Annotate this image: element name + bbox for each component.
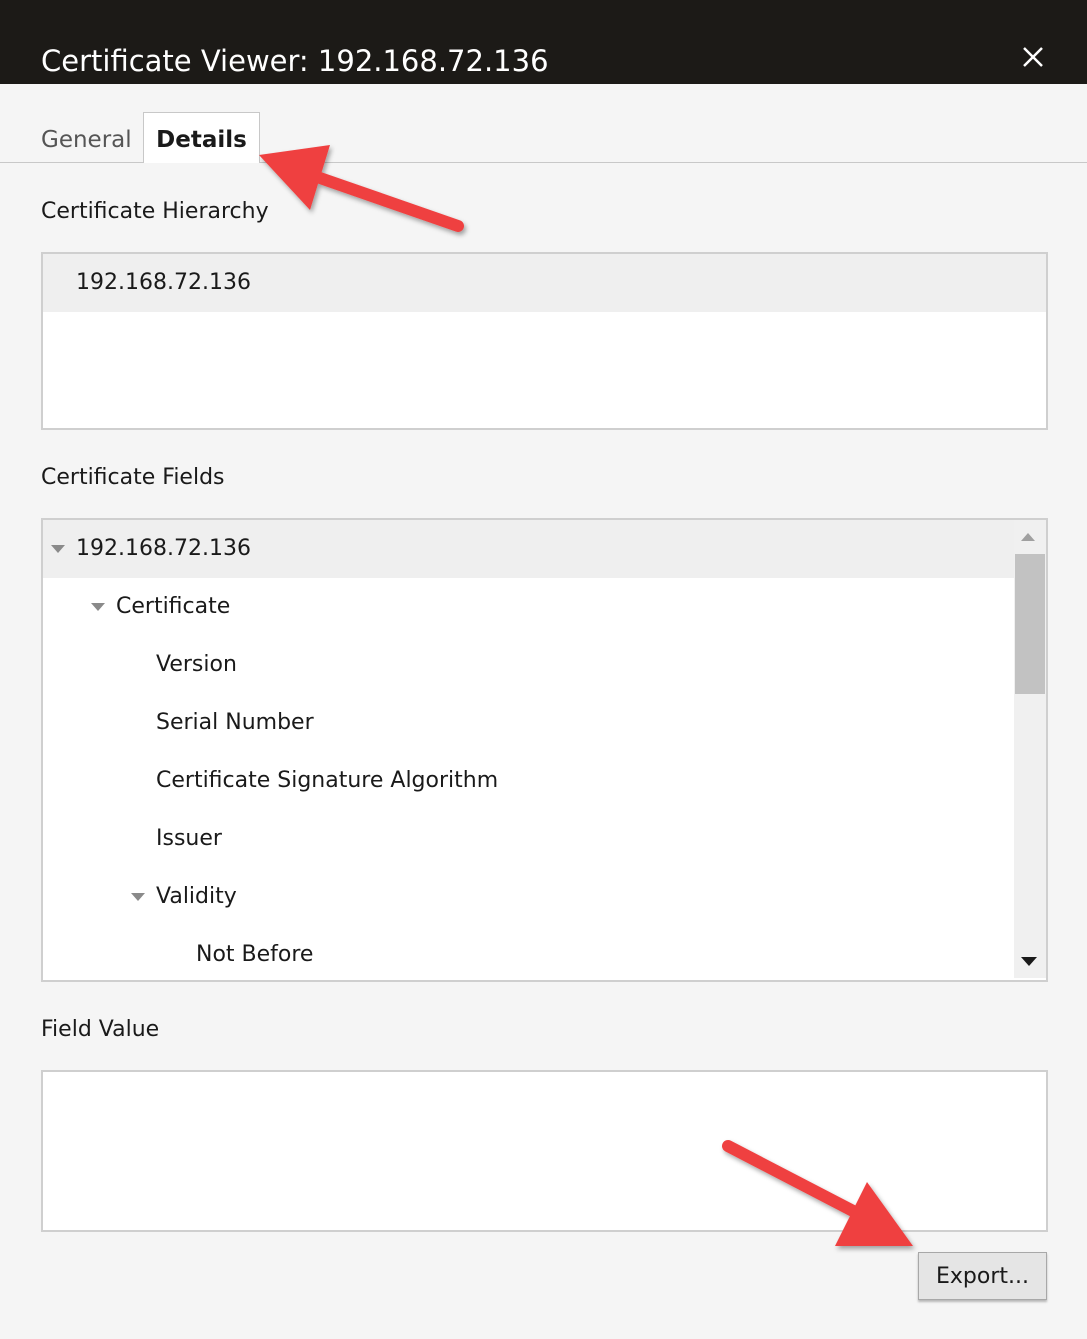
scroll-thumb[interactable]: [1015, 554, 1045, 694]
tree-row-version[interactable]: Version: [43, 636, 1014, 694]
tab-details[interactable]: Details: [143, 112, 260, 163]
tree-row-not-before[interactable]: Not Before: [43, 926, 1014, 978]
tree-row-validity[interactable]: Validity: [43, 868, 1014, 926]
certificate-fields-tree: 192.168.72.136 Certificate Version Seria…: [43, 520, 1014, 978]
tree-row-label: Certificate: [116, 594, 231, 619]
tree-row-label: Issuer: [156, 826, 222, 851]
hierarchy-item[interactable]: 192.168.72.136: [43, 254, 1046, 312]
scroll-down-arrow-icon[interactable]: [1021, 957, 1037, 966]
tree-row-issuer[interactable]: Issuer: [43, 810, 1014, 868]
dialog-title: Certificate Viewer: 192.168.72.136: [41, 44, 549, 78]
expand-triangle-icon[interactable]: [91, 603, 105, 611]
close-button[interactable]: [1012, 38, 1054, 80]
export-button[interactable]: Export...: [918, 1252, 1047, 1300]
tab-general[interactable]: General: [41, 125, 132, 155]
vertical-scrollbar[interactable]: [1014, 520, 1046, 978]
tree-row-root[interactable]: 192.168.72.136: [43, 520, 1014, 578]
tree-row-signature-algorithm[interactable]: Certificate Signature Algorithm: [43, 752, 1014, 810]
tree-row-label: Certificate Signature Algorithm: [156, 768, 499, 793]
field-value-box[interactable]: [41, 1070, 1048, 1232]
certificate-hierarchy-label: Certificate Hierarchy: [41, 199, 269, 224]
tree-row-label: Validity: [156, 884, 237, 909]
tree-row-label: Serial Number: [156, 710, 314, 735]
close-icon[interactable]: [1012, 38, 1054, 80]
expand-triangle-icon[interactable]: [131, 893, 145, 901]
tree-row-certificate[interactable]: Certificate: [43, 578, 1014, 636]
scroll-up-arrow-icon[interactable]: [1021, 533, 1035, 541]
certificate-fields-panel: 192.168.72.136 Certificate Version Seria…: [41, 518, 1048, 982]
certificate-fields-label: Certificate Fields: [41, 465, 225, 490]
certificate-hierarchy-panel: 192.168.72.136: [41, 252, 1048, 430]
tree-row-label: 192.168.72.136: [76, 536, 251, 561]
expand-triangle-icon[interactable]: [51, 545, 65, 553]
field-value-label: Field Value: [41, 1017, 160, 1042]
tree-row-label: Version: [156, 652, 237, 677]
tree-row-serial-number[interactable]: Serial Number: [43, 694, 1014, 752]
tree-row-label: Not Before: [196, 942, 314, 967]
